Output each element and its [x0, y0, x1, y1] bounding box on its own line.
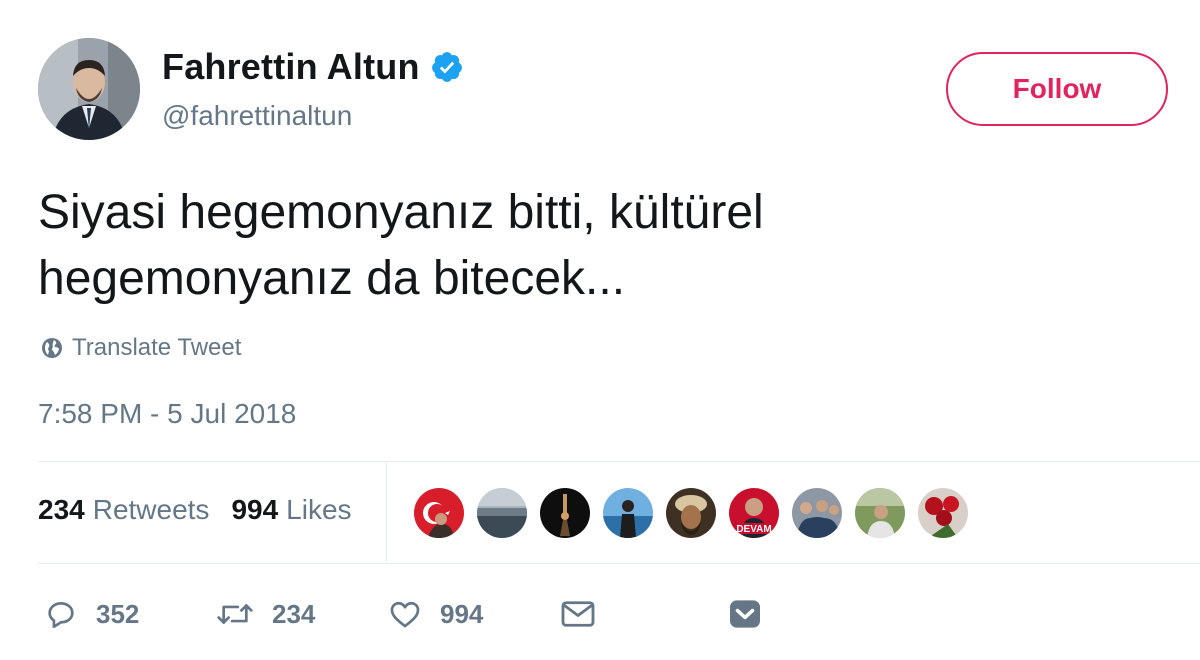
turkish-flag-avatar[interactable]	[412, 486, 466, 540]
likes-stat[interactable]: 994 Likes	[231, 494, 351, 526]
tweet-stats: 234 Retweets 994 Likes	[38, 494, 374, 526]
retweet-button[interactable]: 234	[216, 597, 388, 631]
tweet-timestamp[interactable]: 7:58 PM - 5 Jul 2018	[38, 398, 296, 430]
author-avatar[interactable]	[38, 38, 140, 140]
likes-count: 994	[231, 494, 279, 525]
author-handle[interactable]: @fahrettinaltun	[162, 100, 352, 132]
stats-separator	[386, 462, 387, 562]
tweet-text-line: hegemonyanız da bitecek...	[38, 252, 626, 305]
group-photo-avatar[interactable]	[790, 486, 844, 540]
chevron-down-icon	[730, 600, 760, 628]
follow-button[interactable]: Follow	[946, 52, 1168, 126]
reply-icon	[48, 602, 74, 629]
tweet-text: Siyasi hegemonyanız bitti, kültürel hege…	[38, 180, 1158, 312]
like-count: 994	[440, 598, 484, 629]
outdoor-man-avatar[interactable]	[853, 486, 907, 540]
author-display-name[interactable]: Fahrettin Altun	[162, 46, 420, 88]
reply-count: 352	[96, 598, 140, 629]
retweet-count: 234	[272, 598, 316, 629]
like-button[interactable]: 994	[388, 597, 560, 631]
divider-bottom	[38, 563, 1200, 564]
red-roses-avatar[interactable]	[916, 486, 970, 540]
verified-badge-icon	[430, 50, 464, 84]
translate-tweet-link[interactable]: Translate Tweet	[40, 334, 241, 362]
more-options-button[interactable]	[728, 599, 780, 629]
devam-avatar-text: DEVAM	[736, 524, 771, 535]
author-name-row: Fahrettin Altun	[162, 44, 464, 90]
tweet-text-line: Siyasi hegemonyanız bitti, kültürel	[38, 186, 764, 239]
author-avatar-image	[38, 38, 140, 140]
landscape-avatar[interactable]	[475, 486, 529, 540]
retweets-label: Retweets	[92, 494, 210, 525]
retweets-stat[interactable]: 234 Retweets	[38, 494, 209, 526]
envelope-icon	[561, 601, 595, 627]
devam-red-avatar[interactable]: DEVAM	[727, 486, 781, 540]
dark-figure-avatar[interactable]	[538, 486, 592, 540]
translate-tweet-label: Translate Tweet	[72, 334, 242, 361]
tweet-action-bar: 352 234 994	[44, 594, 780, 634]
divider-top	[38, 461, 1200, 462]
turban-man-avatar[interactable]	[664, 486, 718, 540]
retweets-count: 234	[38, 494, 85, 525]
heart-icon	[390, 601, 420, 628]
seaside-person-avatar[interactable]	[601, 486, 655, 540]
likes-label: Likes	[286, 494, 352, 525]
reply-button[interactable]: 352	[44, 597, 216, 631]
likers-avatars: DEVAM	[412, 486, 979, 540]
retweet-icon	[217, 604, 253, 624]
direct-message-button[interactable]	[560, 597, 728, 631]
globe-icon	[42, 338, 62, 358]
